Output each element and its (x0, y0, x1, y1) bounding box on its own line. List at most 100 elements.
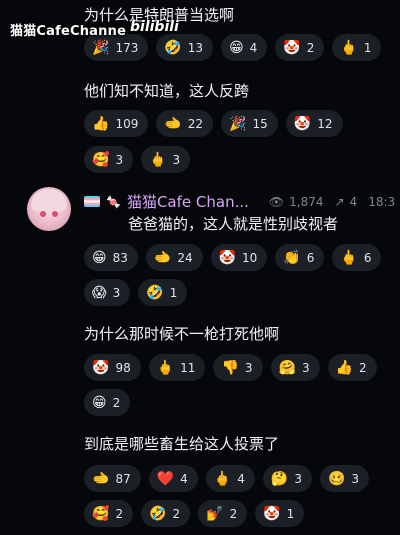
middle-finger-icon: 🖕 (213, 470, 232, 487)
reaction-count: 11 (180, 360, 196, 375)
reaction-chip[interactable]: 👎 3 (213, 354, 263, 381)
reaction-chip[interactable]: 🤣 1 (138, 279, 188, 306)
grin-icon: 😁 (229, 39, 244, 56)
message-text: 为什么那时候不一枪打死他啊 (84, 325, 280, 343)
screaming-icon: 😱 (92, 284, 107, 301)
eye-icon: 👁 (268, 194, 285, 209)
forward-icon: ↗ (334, 194, 345, 209)
message-header: 🍬 猫猫Cafe Chan... 👁 1,874 ↗ 4 18:3 (84, 191, 395, 212)
sender-name[interactable]: 猫猫Cafe Chan... (127, 191, 249, 212)
reaction-count: 173 (115, 40, 139, 55)
pointing-left-icon: 🫲 (164, 115, 182, 132)
reaction-count: 12 (317, 116, 333, 131)
clown-icon: 🤡 (293, 115, 312, 132)
reaction-chip[interactable]: 🫲 24 (145, 244, 203, 271)
reaction-count: 22 (187, 116, 204, 131)
reaction-count: 3 (244, 360, 253, 375)
reaction-chip[interactable]: 😱 3 (84, 279, 131, 306)
reaction-count: 24 (177, 250, 193, 265)
reaction-chip[interactable]: ❤️ 4 (148, 465, 198, 492)
message-text: 到底是哪些畜生给这人投票了 (84, 435, 280, 453)
reaction-chip[interactable]: 🖕 1 (332, 34, 382, 61)
reaction-chip[interactable]: 🤣 13 (156, 34, 214, 61)
reaction-chip[interactable]: 🤡 10 (210, 244, 268, 271)
reaction-row: 🥰 3 🖕 3 (84, 146, 191, 173)
reaction-chip[interactable]: 👏 6 (275, 244, 325, 271)
thumbs-up-icon: 👍 (335, 359, 354, 376)
reaction-chip[interactable]: 🤡 2 (275, 34, 325, 61)
reaction-chip[interactable]: 🤡 98 (84, 354, 141, 381)
pointing-left-icon: 🫲 (92, 470, 110, 487)
reaction-chip[interactable]: 🖕 3 (141, 146, 191, 173)
reaction-chip[interactable]: 🤡 1 (255, 500, 305, 527)
reaction-count: 4 (180, 471, 188, 486)
reaction-count: 13 (187, 40, 204, 55)
reaction-chip[interactable]: 😁 83 (84, 244, 138, 271)
reaction-chip[interactable]: 🫲 22 (156, 110, 214, 137)
reaction-chip[interactable]: 🥰 2 (84, 500, 134, 527)
thumbs-down-icon: 👎 (221, 359, 239, 376)
reaction-chip[interactable]: 🤡 12 (285, 110, 343, 137)
pointing-left-icon: 🫲 (153, 249, 172, 266)
reaction-chip[interactable]: 🤣 2 (141, 500, 191, 527)
reaction-chip[interactable]: 💅 2 (198, 500, 248, 527)
middle-finger-icon: 🖕 (149, 151, 167, 168)
reaction-row: 😁 2 (84, 389, 131, 416)
party-popper-icon: 🎉 (92, 39, 110, 56)
reaction-count: 87 (115, 471, 131, 486)
view-count: 1,874 (289, 194, 324, 209)
middle-finger-icon: 🖕 (340, 249, 358, 266)
reaction-chip[interactable]: 🎉 15 (221, 110, 278, 137)
reaction-count: 10 (242, 250, 258, 265)
reaction-count: 2 (115, 506, 124, 521)
heart-icon: ❤️ (156, 470, 175, 487)
reaction-count: 4 (249, 40, 258, 55)
reaction-chip[interactable]: 🖕 6 (332, 244, 382, 271)
reaction-count: 6 (363, 250, 372, 265)
reaction-count: 83 (112, 250, 128, 265)
clapping-icon: 👏 (283, 249, 301, 266)
reaction-count: 2 (172, 506, 181, 521)
reaction-count: 3 (172, 152, 181, 167)
reaction-chip[interactable]: 🖕 11 (148, 354, 206, 381)
reaction-count: 1 (169, 285, 178, 300)
reaction-chip[interactable]: 🥰 3 (84, 146, 134, 173)
reaction-row: 🤡 98 🖕 11 👎 3 🤗 3 👍 2 (84, 354, 377, 381)
smiling-hearts-icon: 🥰 (92, 505, 110, 522)
reaction-chip[interactable]: 🤔 3 (262, 465, 312, 492)
reaction-count: 6 (306, 250, 315, 265)
smiling-hearts-icon: 🥰 (92, 151, 110, 168)
reaction-chip[interactable]: 🖕 4 (205, 465, 255, 492)
middle-finger-icon: 🖕 (156, 359, 175, 376)
reaction-count: 4 (237, 471, 245, 486)
hugging-icon: 🤗 (278, 359, 296, 376)
reaction-count: 15 (252, 116, 268, 131)
reaction-chip[interactable]: 😁 4 (221, 34, 268, 61)
message-text: 爸爸猫的，这人就是性别歧视者 (128, 215, 339, 233)
candy-icon: 🍬 (106, 194, 121, 209)
rolling-laugh-icon: 🤣 (146, 284, 164, 301)
avatar[interactable] (27, 187, 71, 231)
forward-count: 4 (349, 194, 358, 209)
party-popper-icon: 🎉 (229, 115, 247, 132)
trans-flag-icon (84, 196, 100, 207)
reaction-count: 2 (229, 506, 238, 521)
clown-icon: 🤡 (92, 359, 110, 376)
reaction-count: 3 (351, 471, 360, 486)
reaction-chip[interactable]: 👍 109 (84, 110, 149, 137)
reaction-row: 😱 3 🤣 1 (84, 279, 188, 306)
reaction-row: 👍 109 🫲 22 🎉 15 🤡 12 (84, 110, 343, 137)
reaction-count: 3 (115, 152, 124, 167)
middle-finger-icon: 🖕 (340, 39, 358, 56)
reaction-count: 1 (286, 506, 295, 521)
reaction-count: 3 (301, 360, 310, 375)
reaction-chip[interactable]: 🫲 87 (84, 465, 141, 492)
rolling-laugh-icon: 🤣 (149, 505, 167, 522)
reaction-chip[interactable]: 😁 2 (84, 389, 131, 416)
reaction-chip[interactable]: 🥴 3 (319, 465, 370, 492)
reaction-count: 109 (115, 116, 139, 131)
reaction-chip[interactable]: 👍 2 (327, 354, 377, 381)
reaction-chip[interactable]: 🤗 3 (270, 354, 320, 381)
grin-icon: 😁 (92, 394, 107, 411)
reaction-row: 🫲 87 ❤️ 4 🖕 4 🤔 3 🥴 3 (84, 465, 370, 492)
